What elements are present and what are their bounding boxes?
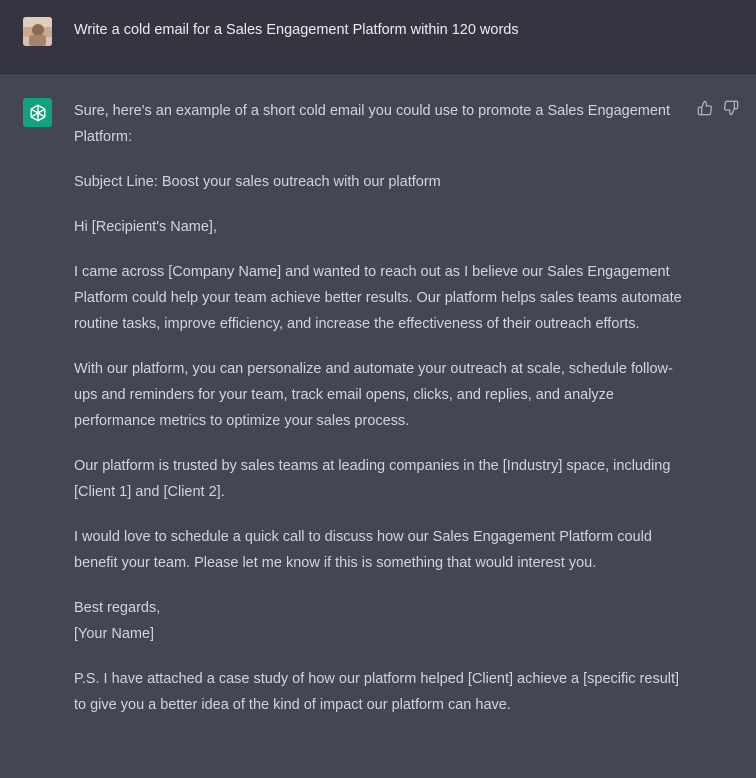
closing-name: [Your Name] (74, 626, 155, 642)
user-message-row: Write a cold email for a Sales Engagemen… (0, 0, 756, 74)
greeting-text: Hi [Recipient's Name], (74, 219, 217, 235)
postscript-text: P.S. I have attached a case study of how… (74, 671, 680, 713)
user-avatar-photo (23, 17, 52, 46)
body-paragraph-4: I would love to schedule a quick call to… (74, 529, 652, 571)
intro-text: Sure, here's an example of a short cold … (74, 103, 671, 145)
body-paragraph-2: With our platform, you can personalize a… (74, 361, 673, 429)
assistant-message-row: Sure, here's an example of a short cold … (0, 74, 756, 778)
thumbs-up-button[interactable] (695, 98, 715, 118)
user-avatar (23, 17, 52, 46)
thumbs-down-icon (723, 100, 739, 116)
subject-line: Subject Line: Boost your sales outreach … (74, 174, 441, 190)
openai-logo-icon (30, 104, 45, 121)
user-message-text: Write a cold email for a Sales Engagemen… (74, 22, 519, 38)
closing-regards: Best regards, (74, 600, 161, 616)
thumbs-up-icon (697, 100, 713, 116)
thumbs-down-button[interactable] (721, 98, 741, 118)
body-paragraph-3: Our platform is trusted by sales teams a… (74, 458, 671, 500)
closing-block: Best regards, [Your Name] (74, 595, 686, 647)
assistant-avatar (23, 98, 52, 127)
assistant-message-content: Sure, here's an example of a short cold … (74, 98, 686, 737)
body-paragraph-1: I came across [Company Name] and wanted … (74, 264, 682, 332)
